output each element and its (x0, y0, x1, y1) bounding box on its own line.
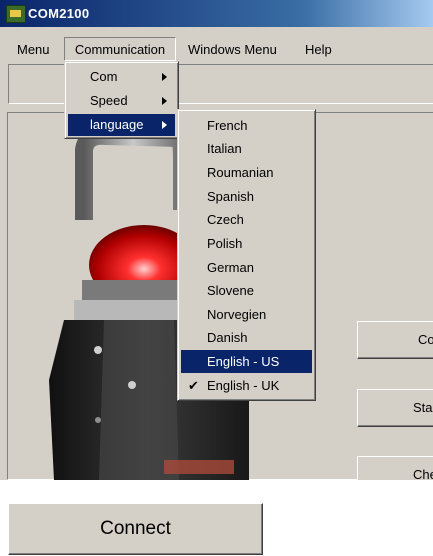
language-item-english-us[interactable]: English - US (181, 350, 312, 373)
connect-side-button[interactable]: Co (357, 321, 433, 359)
language-item-english-uk-label: English - UK (207, 378, 280, 393)
communication-menu: Com Speed language (64, 61, 179, 139)
check-side-button[interactable]: Chec (357, 456, 433, 480)
submenu-arrow-icon (162, 121, 167, 129)
window-title: COM2100 (28, 6, 90, 21)
menu-help[interactable]: Help (303, 41, 334, 59)
menu-item-speed-label: Speed (90, 93, 128, 108)
language-item[interactable]: German (181, 256, 312, 279)
language-item[interactable]: Spanish (181, 185, 312, 208)
language-item[interactable]: Norvegien (181, 303, 312, 326)
language-submenu: French Italian Roumanian Spanish Czech P… (177, 109, 316, 401)
menu-item-language[interactable]: language (68, 114, 175, 136)
title-bar[interactable]: COM2100 (0, 0, 433, 27)
submenu-arrow-icon (162, 97, 167, 105)
menu-item-com[interactable]: Com (68, 66, 175, 88)
menu-item-language-label: language (90, 117, 144, 132)
main-window: COM2100 Menu Communication Windows Menu … (0, 0, 433, 480)
language-item[interactable]: Polish (181, 232, 312, 255)
language-item[interactable]: Danish (181, 326, 312, 349)
menu-menu[interactable]: Menu (15, 41, 52, 59)
start-side-button[interactable]: Sta (357, 389, 433, 427)
menu-bar: Menu Communication Windows Menu Help (0, 37, 433, 61)
language-item[interactable]: Czech (181, 208, 312, 231)
language-item[interactable]: Slovene (181, 279, 312, 302)
language-item-english-uk[interactable]: ✔ English - UK (181, 374, 312, 397)
menu-communication[interactable]: Communication (64, 37, 176, 61)
menu-item-speed[interactable]: Speed (68, 90, 175, 112)
connect-button[interactable]: Connect (8, 503, 263, 555)
menu-item-com-label: Com (90, 69, 118, 84)
submenu-arrow-icon (162, 73, 167, 81)
menu-windows-menu[interactable]: Windows Menu (186, 41, 279, 59)
checkmark-icon: ✔ (188, 378, 199, 393)
language-item[interactable]: Roumanian (181, 161, 312, 184)
app-icon (6, 5, 26, 23)
language-item[interactable]: Italian (181, 137, 312, 160)
language-item[interactable]: French (181, 114, 312, 137)
